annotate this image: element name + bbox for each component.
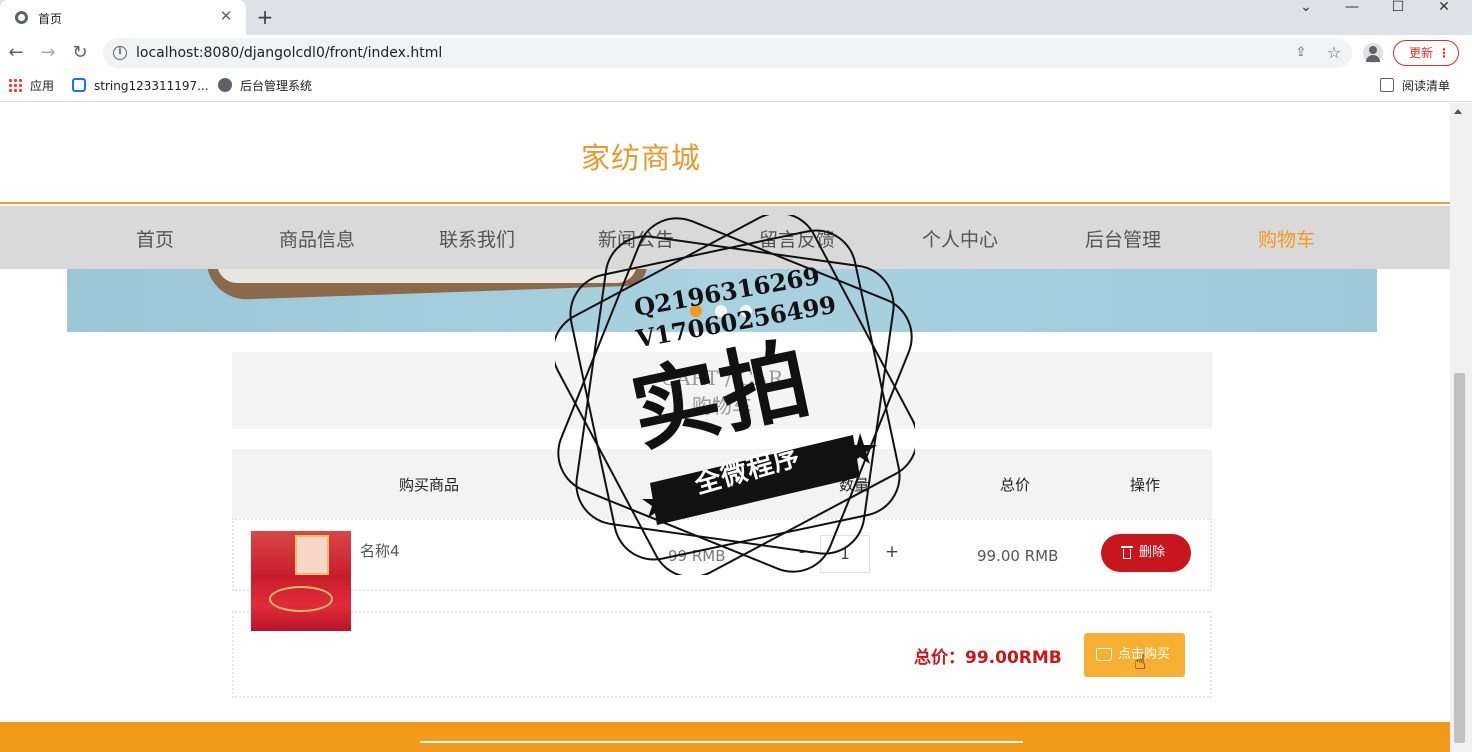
globe-icon [15, 11, 28, 24]
profile-icon[interactable] [1363, 43, 1383, 63]
col-product: 购买商品 [399, 476, 460, 494]
new-tab-icon[interactable]: + [255, 7, 275, 27]
url-text[interactable]: localhost:8080/djangolcdl0/front/index.h… [136, 45, 442, 61]
nav-home[interactable]: 首页 [136, 225, 174, 252]
product-image-pattern [269, 586, 333, 612]
update-label: 更新 [1409, 46, 1434, 60]
browser-tabstrip: 首页 ✕ + ⌄ — ☐ ✕ [0, 0, 1472, 35]
carousel-dot-2[interactable] [715, 305, 727, 317]
tab-title: 首页 [38, 12, 63, 26]
product-name[interactable]: 名称4 [360, 540, 400, 561]
update-button[interactable]: 更新 ⋮ [1393, 40, 1459, 66]
cart-summary: 总价：99.00RMB 点击购买 ☝ [232, 611, 1212, 698]
site-info-icon[interactable]: i [113, 46, 127, 60]
cart-heading-cn: 购物车 [692, 394, 752, 418]
reading-list[interactable]: 阅读清单 [1380, 78, 1450, 94]
bookmark-star-icon[interactable]: ☆ [1325, 44, 1343, 62]
trash-icon [1121, 546, 1133, 559]
footer [0, 722, 1450, 752]
minimize-icon[interactable]: — [1332, 0, 1372, 16]
menu-dots-icon: ⋮ [1438, 46, 1450, 60]
share-icon[interactable]: ⇪ [1293, 45, 1309, 61]
back-icon[interactable]: ← [6, 43, 26, 63]
cart-icon [1096, 648, 1112, 661]
maximize-icon[interactable]: ☐ [1378, 0, 1418, 16]
nav-profile[interactable]: 个人中心 [922, 225, 998, 252]
nav-news[interactable]: 新闻公告 [598, 225, 674, 252]
product-image-portrait [295, 535, 329, 575]
tab-search-icon[interactable]: ⌄ [1286, 0, 1326, 16]
bookmark-apps[interactable]: 应用 [8, 78, 54, 94]
page-scrollbar[interactable] [1450, 103, 1472, 752]
close-tab-icon[interactable]: ✕ [218, 8, 234, 24]
product-image[interactable] [251, 531, 351, 631]
bookmark-admin[interactable]: 后台管理系统 [218, 78, 312, 94]
nav-admin[interactable]: 后台管理 [1085, 225, 1161, 252]
cart-item-row: 名称4 99 RMB - 1 + 99.00 RMB 删除 [232, 518, 1212, 631]
forward-icon[interactable]: → [38, 43, 58, 63]
hand-cursor-icon: ☝ [1134, 650, 1147, 674]
cart-table-header: 购买商品 数量 总价 操作 [232, 449, 1212, 518]
nav-products[interactable]: 商品信息 [279, 225, 355, 252]
reading-list-icon [1380, 78, 1394, 92]
quantity-input[interactable]: 1 [820, 535, 870, 573]
footer-divider [420, 741, 1023, 743]
row-total: 99.00 RMB [977, 547, 1059, 565]
browser-toolbar: ← → ↻ i localhost:8080/djangolcdl0/front… [0, 35, 1472, 70]
unit-price: 99 RMB [668, 547, 726, 565]
apps-grid-icon [8, 78, 22, 92]
browser-tab[interactable]: 首页 ✕ [0, 0, 246, 35]
delete-button[interactable]: 删除 [1101, 534, 1191, 572]
col-quantity: 数量 [839, 476, 870, 494]
cart-heading-en: CART / CAR [660, 366, 784, 390]
carousel-dot-1[interactable] [690, 305, 702, 317]
qty-decrease-button[interactable]: - [792, 542, 812, 568]
site-header: 家纺商城 [0, 103, 1450, 204]
page-viewport: 家纺商城 首页 商品信息 联系我们 新闻公告 留言反馈 个人中心 后台管理 购物… [0, 103, 1450, 752]
bookmark-string[interactable]: string123311197... [72, 78, 209, 94]
site-title: 家纺商城 [580, 141, 701, 175]
main-nav: 首页 商品信息 联系我们 新闻公告 留言反馈 个人中心 后台管理 购物车 [0, 206, 1450, 269]
cart-heading: CART / CAR 购物车 [232, 352, 1212, 429]
nav-contact[interactable]: 联系我们 [439, 225, 515, 252]
globe-icon [218, 78, 232, 92]
tv-icon [72, 78, 86, 92]
col-total: 总价 [1000, 476, 1031, 494]
address-bar[interactable]: i localhost:8080/djangolcdl0/front/index… [103, 38, 1352, 68]
bookmarks-bar: 应用 string123311197... 后台管理系统 阅读清单 [0, 70, 1472, 102]
carousel-dot-3[interactable] [740, 305, 752, 317]
nav-feedback[interactable]: 留言反馈 [759, 225, 835, 252]
reload-icon[interactable]: ↻ [70, 43, 90, 63]
scroll-up-icon[interactable] [1454, 109, 1462, 114]
close-window-icon[interactable]: ✕ [1424, 0, 1464, 16]
scrollbar-thumb[interactable] [1454, 373, 1465, 743]
col-action: 操作 [1130, 476, 1161, 494]
delete-label: 删除 [1139, 545, 1166, 560]
nav-cart[interactable]: 购物车 [1258, 225, 1315, 252]
grand-total: 总价：99.00RMB [914, 648, 1062, 668]
qty-increase-button[interactable]: + [882, 542, 902, 568]
